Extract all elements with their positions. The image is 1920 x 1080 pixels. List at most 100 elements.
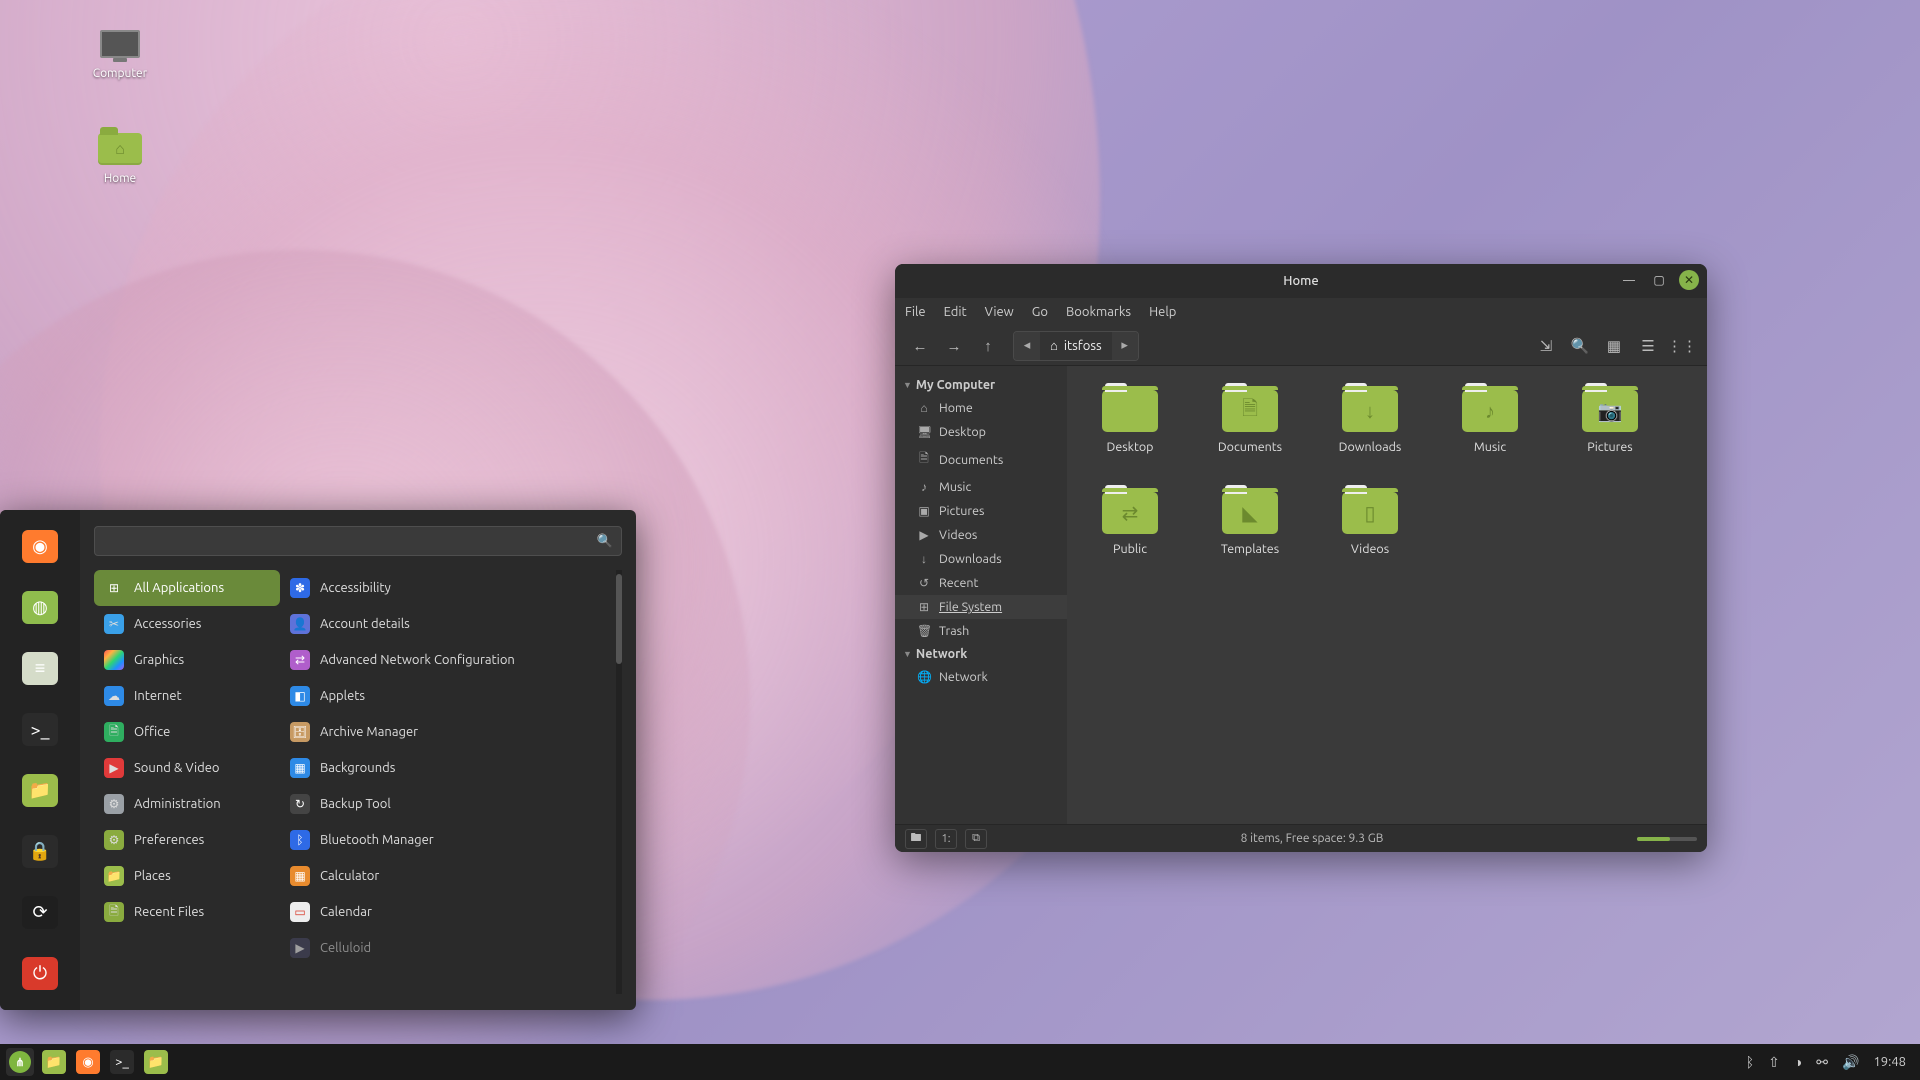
category-administration[interactable]: ⚙Administration [94, 786, 280, 822]
app-archive-manager[interactable]: 🗄Archive Manager [280, 714, 616, 750]
sidebar-section-header[interactable]: ▼My Computer [895, 374, 1067, 396]
app-label: Bluetooth Manager [320, 833, 434, 847]
category-label: Graphics [134, 653, 184, 667]
sidebar-item-videos[interactable]: ▶Videos [895, 523, 1067, 547]
tray-updates-icon[interactable]: ⇧ [1768, 1054, 1780, 1071]
tray-bluetooth-icon[interactable]: ᛒ [1746, 1054, 1754, 1070]
category-recent-files[interactable]: 🗎Recent Files [94, 894, 280, 930]
taskbar-pin-terminal[interactable]: >_ [108, 1048, 136, 1076]
favorite-lock[interactable]: 🔒 [22, 835, 58, 868]
sidebar-item-recent[interactable]: ↺Recent [895, 571, 1067, 595]
zoom-slider[interactable] [1637, 837, 1697, 841]
desktop-icon-home[interactable]: ⌂ Home [75, 130, 165, 185]
desktop-icon-computer[interactable]: Computer [75, 25, 165, 80]
sidebar-item-music[interactable]: ♪Music [895, 475, 1067, 499]
icon-view-button[interactable]: ▦ [1599, 331, 1629, 361]
sidebar-item-documents[interactable]: 🗎Documents [895, 444, 1067, 475]
category-preferences[interactable]: ⚙Preferences [94, 822, 280, 858]
list-view-button[interactable]: ☰ [1633, 331, 1663, 361]
menu-edit[interactable]: Edit [944, 305, 967, 319]
folder-desktop[interactable]: Desktop [1075, 384, 1185, 460]
minimize-button[interactable]: — [1619, 270, 1639, 290]
clock[interactable]: 19:48 [1873, 1055, 1906, 1069]
app-advanced-network-configuration[interactable]: ⇄Advanced Network Configuration [280, 642, 616, 678]
folder-label: Pictures [1587, 440, 1632, 454]
favorite-software[interactable]: ◍ [22, 591, 58, 624]
folder-public[interactable]: ⇄Public [1075, 486, 1185, 562]
app-backgrounds[interactable]: ▦Backgrounds [280, 750, 616, 786]
category-sound-video[interactable]: ▶Sound & Video [94, 750, 280, 786]
close-button[interactable]: ✕ [1679, 270, 1699, 290]
menubar: File Edit View Go Bookmarks Help [895, 298, 1707, 326]
sidebar-item-home[interactable]: ⌂Home [895, 396, 1067, 420]
favorite-logout[interactable]: ⟳ [22, 896, 58, 929]
category-office[interactable]: 🗎Office [94, 714, 280, 750]
sidebar-item-downloads[interactable]: ↓Downloads [895, 547, 1067, 571]
window-titlebar[interactable]: Home — ▢ ✕ [895, 264, 1707, 298]
favorite-power[interactable]: ⏻ [22, 957, 58, 990]
sidebar-item-pictures[interactable]: ▣Pictures [895, 499, 1067, 523]
folder-templates[interactable]: ◣Templates [1195, 486, 1305, 562]
search-button[interactable]: 🔍 [1565, 331, 1595, 361]
category-graphics[interactable]: Graphics [94, 642, 280, 678]
folder-documents[interactable]: 🗎Documents [1195, 384, 1305, 460]
favorite-files[interactable]: 📁 [22, 774, 58, 807]
taskbar-pin-files[interactable]: 📁 [40, 1048, 68, 1076]
sidebar-item-trash[interactable]: 🗑Trash [895, 619, 1067, 643]
category-places[interactable]: 📁Places [94, 858, 280, 894]
sidebar-item-desktop[interactable]: 🖥Desktop [895, 420, 1067, 444]
path-segment-home[interactable]: ⌂itsfoss [1040, 332, 1112, 360]
taskbar-pin-files2[interactable]: 📁 [142, 1048, 170, 1076]
app-celluloid[interactable]: ▶Celluloid [280, 930, 616, 966]
up-button[interactable]: ↑ [973, 331, 1003, 361]
app-backup-tool[interactable]: ↻Backup Tool [280, 786, 616, 822]
maximize-button[interactable]: ▢ [1649, 270, 1669, 290]
menu-view[interactable]: View [985, 305, 1014, 319]
tray-sound-icon[interactable]: 🔊 [1842, 1054, 1859, 1071]
sidebar-item-network[interactable]: 🌐Network [895, 665, 1067, 689]
application-menu: ◉ ◍ ≡ >_ 📁 🔒 ⟳ ⏻ 🔍 ⊞All Applications✂Accessorie… [0, 510, 636, 1010]
tray-privacy-icon[interactable]: ◑ [1794, 1054, 1802, 1070]
back-button[interactable]: ← [905, 331, 935, 361]
show-treeview-button[interactable]: 1: [935, 829, 957, 849]
app-account-details[interactable]: 👤Account details [280, 606, 616, 642]
search-input[interactable] [103, 534, 597, 548]
category-icon: 🗎 [104, 902, 124, 922]
favorite-firefox[interactable]: ◉ [22, 530, 58, 563]
scrollbar[interactable] [616, 570, 622, 994]
sidebar-item-filesystem[interactable]: ⊞File System [895, 595, 1067, 619]
search-field[interactable]: 🔍 [94, 526, 622, 556]
menu-bookmarks[interactable]: Bookmarks [1066, 305, 1131, 319]
folder-pictures[interactable]: 📷Pictures [1555, 384, 1665, 460]
app-accessibility[interactable]: ✽Accessibility [280, 570, 616, 606]
show-places-button[interactable]: 🖿 [905, 829, 927, 849]
taskbar-pin-firefox[interactable]: ◉ [74, 1048, 102, 1076]
app-calendar[interactable]: ▭Calendar [280, 894, 616, 930]
file-pane[interactable]: Desktop🗎Documents↓Downloads♪Music📷Pictur… [1067, 366, 1707, 824]
tray-network-icon[interactable]: ⚯ [1816, 1054, 1828, 1071]
app-calculator[interactable]: ▦Calculator [280, 858, 616, 894]
menu-file[interactable]: File [905, 305, 926, 319]
toggle-location-button[interactable]: ⇲ [1531, 331, 1561, 361]
start-button[interactable]: ⋔ [6, 1048, 34, 1076]
path-next-button[interactable]: ▸ [1112, 332, 1138, 360]
app-applets[interactable]: ◧Applets [280, 678, 616, 714]
forward-button[interactable]: → [939, 331, 969, 361]
menu-go[interactable]: Go [1032, 305, 1048, 319]
menu-help[interactable]: Help [1149, 305, 1176, 319]
path-prev-button[interactable]: ◂ [1014, 332, 1040, 360]
compact-view-button[interactable]: ⋮⋮ [1667, 331, 1697, 361]
favorite-terminal[interactable]: >_ [22, 713, 58, 746]
close-sidebar-button[interactable]: ⧉ [965, 829, 987, 849]
scrollbar-thumb[interactable] [616, 574, 622, 664]
category-accessories[interactable]: ✂Accessories [94, 606, 280, 642]
mint-logo-icon: ⋔ [9, 1051, 31, 1073]
favorite-settings[interactable]: ≡ [22, 652, 58, 685]
folder-downloads[interactable]: ↓Downloads [1315, 384, 1425, 460]
category-internet[interactable]: ☁Internet [94, 678, 280, 714]
folder-music[interactable]: ♪Music [1435, 384, 1545, 460]
category-all-applications[interactable]: ⊞All Applications [94, 570, 280, 606]
app-bluetooth-manager[interactable]: ᛒBluetooth Manager [280, 822, 616, 858]
folder-videos[interactable]: ▯Videos [1315, 486, 1425, 562]
sidebar-section-header[interactable]: ▼Network [895, 643, 1067, 665]
